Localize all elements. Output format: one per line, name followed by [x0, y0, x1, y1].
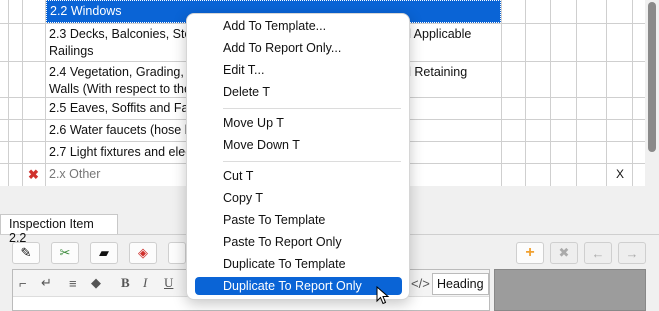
preview-pane [494, 269, 646, 311]
underline-icon[interactable]: U [164, 274, 173, 292]
bold-icon[interactable]: B [121, 274, 130, 292]
arrow-left-icon: ← [591, 245, 605, 261]
eraser-icon: ◈ [138, 245, 148, 260]
menu-item-edit[interactable]: Edit T... [195, 61, 402, 79]
move-right-button[interactable]: → [618, 242, 646, 264]
menu-item-paste-to-template[interactable]: Paste To Template [195, 211, 402, 229]
menu-item-cut[interactable]: Cut T [195, 167, 402, 185]
menu-item-copy[interactable]: Copy T [195, 189, 402, 207]
close-icon: ✖ [558, 245, 570, 260]
eraser-icon[interactable]: ◆ [91, 274, 101, 292]
menu-separator [223, 161, 401, 162]
menu-separator [223, 108, 401, 109]
align-icon[interactable]: ≡ [69, 274, 77, 292]
plus-icon: + [525, 244, 535, 261]
tab-inspection-item[interactable]: Inspection Item 2.2 [0, 214, 118, 245]
move-left-button[interactable]: ← [584, 242, 612, 264]
tools-button[interactable]: ✂ [51, 242, 79, 264]
menu-item-duplicate-to-report-only[interactable]: Duplicate To Report Only [195, 277, 402, 295]
code-icon[interactable]: </> [411, 274, 430, 292]
x-mark[interactable]: X [616, 167, 624, 181]
wand-icon: ✎ [20, 245, 32, 260]
mouse-cursor-icon [376, 286, 390, 305]
menu-item-duplicate-to-template[interactable]: Duplicate To Template [195, 255, 402, 273]
eraser-button[interactable]: ◈ [129, 242, 157, 264]
block-icon: ▰ [99, 245, 109, 260]
item-label-line: 2.3 Decks, Balconies, Stoo [49, 27, 199, 41]
remove-button[interactable]: ✖ [550, 242, 578, 264]
item-label-line: 2.4 Vegetation, Grading, D [49, 65, 197, 79]
tools-icon: ✂ [59, 245, 71, 260]
vertical-scrollbar[interactable] [645, 0, 659, 186]
heading-select[interactable]: Heading [432, 273, 489, 295]
italic-icon[interactable]: I [143, 274, 147, 292]
magic-wand-button[interactable]: ✎ [12, 242, 40, 264]
line-break-icon[interactable]: ⌐ [19, 274, 27, 292]
arrow-right-icon: → [625, 245, 639, 261]
menu-item-delete[interactable]: Delete T [195, 83, 402, 101]
menu-item-paste-to-report-only[interactable]: Paste To Report Only [195, 233, 402, 251]
context-menu: Add To Template... Add To Report Only...… [186, 13, 410, 300]
item-label-line: Railings [49, 44, 94, 58]
menu-item-add-to-template[interactable]: Add To Template... [195, 17, 402, 35]
return-icon[interactable]: ↵ [41, 274, 52, 292]
menu-item-move-down[interactable]: Move Down T [195, 136, 402, 154]
clear-button[interactable]: ▰ [90, 242, 118, 264]
scroll-thumb[interactable] [648, 2, 656, 152]
menu-item-move-up[interactable]: Move Up T [195, 114, 402, 132]
partial-button[interactable] [168, 242, 186, 264]
item-label-line: Walls (With respect to the [49, 82, 191, 96]
delete-x-icon[interactable]: ✖ [28, 167, 39, 183]
menu-item-add-to-report-only[interactable]: Add To Report Only... [195, 39, 402, 57]
add-button[interactable]: + [516, 242, 544, 264]
